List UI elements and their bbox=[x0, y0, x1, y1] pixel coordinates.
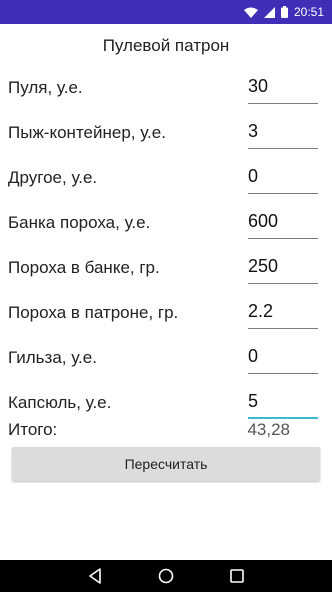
total-label: Итого: bbox=[8, 420, 58, 439]
wad-label: Пыж-контейнер, у.е. bbox=[8, 123, 166, 142]
signal-icon bbox=[263, 6, 275, 18]
powder-can-label: Банка пороха, у.е. bbox=[8, 213, 151, 232]
back-icon[interactable] bbox=[83, 564, 107, 588]
row-powder-can: Банка пороха, у.е. bbox=[0, 203, 332, 247]
recents-icon[interactable] bbox=[225, 564, 249, 588]
wad-input[interactable] bbox=[248, 117, 318, 149]
other-input[interactable] bbox=[248, 162, 318, 194]
row-bullet: Пуля, у.е. bbox=[0, 68, 332, 112]
battery-icon bbox=[280, 6, 288, 18]
powder-in-can-label: Пороха в банке, гр. bbox=[8, 258, 160, 277]
home-icon[interactable] bbox=[154, 564, 178, 588]
status-time: 20:51 bbox=[293, 5, 324, 19]
navigation-bar bbox=[0, 560, 332, 592]
case-label: Гильза, у.е. bbox=[8, 348, 97, 367]
status-bar: 20:51 bbox=[0, 0, 332, 24]
row-powder-in-cartridge: Пороха в патроне, гр. bbox=[0, 293, 332, 337]
bullet-input[interactable] bbox=[248, 72, 318, 104]
case-input[interactable] bbox=[248, 342, 318, 374]
row-wad: Пыж-контейнер, у.е. bbox=[0, 113, 332, 157]
bullet-label: Пуля, у.е. bbox=[8, 78, 83, 97]
wifi-icon bbox=[243, 7, 258, 18]
total-value: 43,28 bbox=[247, 420, 290, 439]
primer-label: Капсюль, у.е. bbox=[8, 393, 112, 412]
row-powder-in-can: Пороха в банке, гр. bbox=[0, 248, 332, 292]
powder-in-can-input[interactable] bbox=[248, 252, 318, 284]
primer-input[interactable] bbox=[248, 387, 318, 419]
powder-can-input[interactable] bbox=[248, 207, 318, 239]
recalculate-button[interactable]: Пересчитать bbox=[12, 447, 320, 481]
other-label: Другое, у.е. bbox=[8, 168, 98, 187]
powder-in-cartridge-label: Пороха в патроне, гр. bbox=[8, 303, 179, 322]
page-title: Пулевой патрон bbox=[102, 36, 230, 55]
total-row: Итого: 43,28 bbox=[0, 420, 332, 444]
main-content: Пулевой патрон Пуля, у.е. Пыж-контейнер,… bbox=[0, 24, 332, 560]
row-case: Гильза, у.е. bbox=[0, 338, 332, 382]
powder-in-cartridge-input[interactable] bbox=[248, 297, 318, 329]
row-other: Другое, у.е. bbox=[0, 158, 332, 202]
